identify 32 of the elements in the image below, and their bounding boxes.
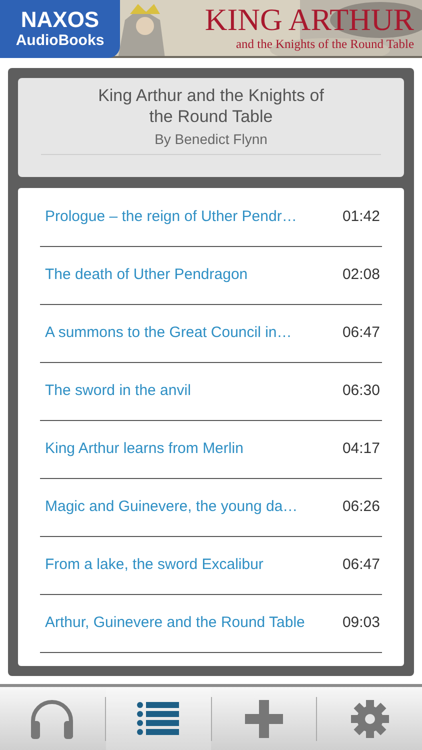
plus-icon: [244, 700, 283, 738]
track-duration: 06:30: [342, 381, 380, 402]
track-row[interactable]: From a lake, the sword Excalibur 06:47: [40, 537, 382, 595]
track-title: Magic and Guinevere, the young da…: [45, 497, 298, 518]
settings-icon: [350, 700, 389, 738]
logo-text: AudioBooks: [16, 32, 104, 50]
track-title: King Arthur learns from Merlin: [45, 439, 244, 460]
track-duration: 04:17: [342, 439, 380, 460]
track-row[interactable]: Prologue – the reign of Uther Pendr… 01:42: [40, 189, 382, 247]
book-author: By Benedict Flynn: [154, 130, 268, 149]
track-title: Prologue – the reign of Uther Pendr…: [45, 207, 297, 228]
track-title: The sword in the anvil: [45, 381, 191, 402]
track-row[interactable]: The sword in the anvil 06:30: [40, 363, 382, 421]
track-title: A summons to the Great Council in…: [45, 323, 292, 344]
track-duration: 06:47: [342, 555, 380, 576]
track-row[interactable]: King Arthur learns from Merlin 04:17: [40, 421, 382, 479]
track-duration: 06:47: [342, 323, 380, 344]
track-title: Arthur, Guinevere and the Round Table: [45, 613, 305, 634]
banner-subtitle: and the Knights of the Round Table: [236, 36, 414, 52]
track-title: The death of Uther Pendragon: [45, 265, 248, 286]
logo-text: NAXOS: [20, 8, 100, 32]
track-row[interactable]: The death of Uther Pendragon 02:08: [40, 247, 382, 305]
track-row[interactable]: A summons to the Great Council in… 06:47: [40, 305, 382, 363]
book-title: King Arthur and the Knights of the Round Table: [97, 85, 325, 127]
track-duration: 09:03: [342, 613, 380, 634]
track-duration: 06:26: [342, 497, 380, 518]
track-duration: 02:08: [342, 265, 380, 286]
track-duration: 01:42: [342, 207, 380, 228]
track-row[interactable]: Magic and Guinevere, the young da… 06:26: [40, 479, 382, 537]
track-row[interactable]: Arthur, Guinevere and the Round Table 09:03: [40, 595, 382, 653]
track-title: From a lake, the sword Excalibur: [45, 555, 264, 576]
list-icon: [137, 702, 180, 736]
